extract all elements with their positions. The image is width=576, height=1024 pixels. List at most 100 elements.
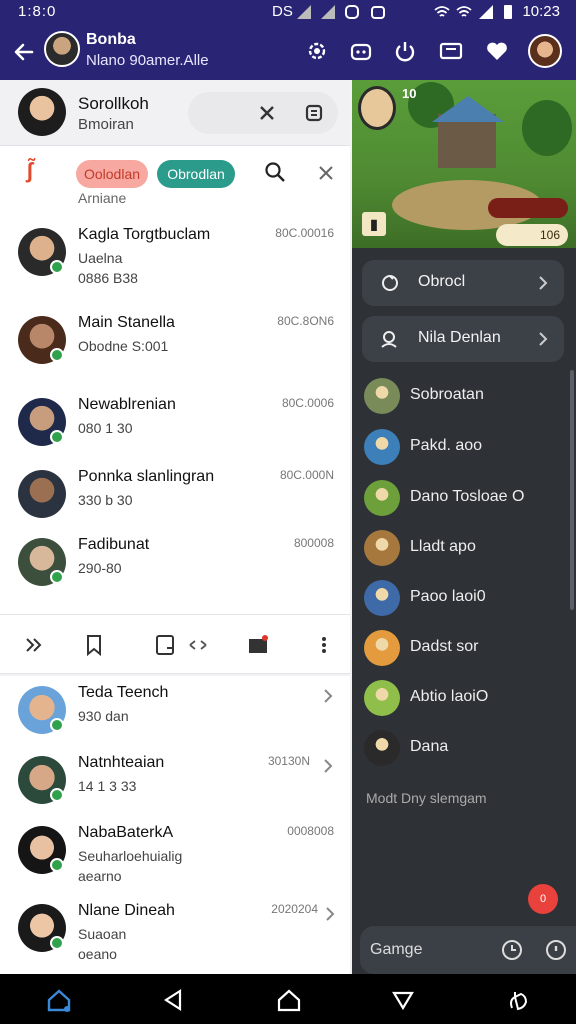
- chat-time: 80C.000N: [279, 468, 334, 482]
- more-vertical-icon[interactable]: [312, 633, 336, 657]
- scrollbar[interactable]: [570, 370, 574, 610]
- bookmark-icon[interactable]: [82, 633, 106, 657]
- game-menu-button[interactable]: ▮: [362, 212, 386, 236]
- gear-icon[interactable]: [304, 38, 330, 64]
- online-badge: [50, 260, 64, 274]
- chat-list: ʃ̃ Oolodlan Obrodlan Arniane Kagla Torgt…: [0, 146, 350, 614]
- side-list-item[interactable]: Abtio laoiO: [364, 678, 564, 718]
- chat-preview-line2: aearno: [78, 868, 122, 884]
- inbox-icon[interactable]: [246, 633, 270, 657]
- battery-icon: [504, 5, 512, 19]
- side-list-label: Abtio laoiO: [410, 688, 489, 705]
- player-avatar[interactable]: [358, 86, 396, 130]
- side-list-item[interactable]: Dano Tosloae O: [364, 478, 564, 518]
- chat-name: Nlane Dineah: [78, 902, 175, 919]
- chat-avatar[interactable]: [44, 31, 80, 67]
- chat-row[interactable]: Teda Teench 930 dan: [0, 676, 350, 754]
- close-icon[interactable]: [258, 104, 276, 122]
- chat-subtitle: Nlano 90amer.Alle: [86, 52, 209, 69]
- close-icon[interactable]: [318, 165, 334, 181]
- wifi-icon: [434, 6, 450, 17]
- game-avatar: [364, 630, 400, 666]
- back-triangle-icon[interactable]: [160, 988, 186, 1012]
- swap-icon[interactable]: [186, 633, 210, 657]
- game-banner[interactable]: 10 106 ▮: [352, 80, 576, 248]
- chat-preview: 290-80: [78, 560, 122, 576]
- side-list-label: Dano Tosloae O: [410, 488, 525, 505]
- chevron-right-icon[interactable]: [324, 906, 336, 922]
- chat-name: Teda Teench: [78, 684, 169, 701]
- side-list-item[interactable]: Sobroatan: [364, 376, 564, 416]
- chat-preview: 930 dan: [78, 708, 129, 724]
- triangle-down-icon[interactable]: [390, 988, 416, 1012]
- hand-icon[interactable]: [506, 988, 532, 1012]
- profile-avatar[interactable]: [528, 34, 562, 68]
- chat-preview: Obodne S:001: [78, 338, 169, 354]
- arrow-left-icon[interactable]: [10, 38, 38, 66]
- info-icon[interactable]: [544, 938, 568, 962]
- chat-preview-line2: oeano: [78, 946, 117, 962]
- chat-row[interactable]: Nlane Dineah Suaoan oeano 2020204: [0, 894, 350, 972]
- chevron-right-icon[interactable]: [322, 688, 334, 704]
- filter-chip-active[interactable]: Obrodlan: [157, 160, 235, 188]
- game-avatar: [364, 530, 400, 566]
- side-list-item[interactable]: Dana: [364, 728, 564, 768]
- chat-name: NabaBaterkA: [78, 824, 174, 841]
- chat-row[interactable]: Fadibunat 290-80 800008: [0, 528, 350, 606]
- filter-chip-unread[interactable]: Oolodlan: [76, 160, 148, 188]
- chat-time: 30130N: [267, 754, 310, 768]
- pinned-actions: [188, 92, 338, 134]
- search-icon[interactable]: [264, 161, 286, 183]
- chat-preview: Uaelna: [78, 250, 123, 266]
- side-list-item[interactable]: Lladt apo: [364, 528, 564, 568]
- side-list-item[interactable]: Dadst sor: [364, 628, 564, 668]
- chat-row[interactable]: Natnhteaian 14 1 3 33 30130N: [0, 746, 350, 824]
- game-avatar: [364, 429, 400, 465]
- online-badge: [50, 570, 64, 584]
- roof: [432, 96, 504, 122]
- bot-icon[interactable]: [348, 38, 374, 64]
- chat-row[interactable]: Kagla Torgtbuclam Uaelna 0886 B38 80C.00…: [0, 218, 350, 296]
- side-list-item[interactable]: Paoo laoi0: [364, 578, 564, 618]
- pinned-contact[interactable]: Sorollkoh Bmoiran: [0, 80, 350, 146]
- game-avatar: [364, 480, 400, 516]
- chat-name: Natnhteaian: [78, 754, 165, 771]
- home-outline-icon[interactable]: [276, 988, 302, 1012]
- side-list-item[interactable]: Pakd. aoo: [364, 427, 564, 467]
- chat-time: 2020204: [271, 902, 318, 916]
- chat-list-pane: Sorollkoh Bmoiran ʃ̃ Oolodlan Obrodlan A…: [0, 80, 352, 974]
- double-chevron-right-icon[interactable]: [22, 633, 46, 657]
- chat-name: Newablrenian: [78, 396, 176, 413]
- game-avatar: [364, 580, 400, 616]
- filter-caption: Arniane: [78, 190, 127, 206]
- notification-fab[interactable]: 0: [528, 884, 558, 914]
- side-panel: 10 106 ▮ Obrocl Nila Denlan Sobroatan Pa…: [352, 80, 576, 974]
- chat-name: Fadibunat: [78, 536, 150, 553]
- screen-icon[interactable]: [438, 38, 464, 64]
- game-avatar: [364, 730, 400, 766]
- chat-time: 80C.8ON6: [277, 314, 334, 328]
- app-bar: Bonba Nlano 90amer.Alle: [0, 24, 576, 80]
- chat-row[interactable]: Main Stanella Obodne S:001 80C.8ON6: [0, 306, 350, 384]
- resource-bar: [488, 198, 568, 218]
- home-icon[interactable]: [46, 988, 72, 1012]
- side-panel-item[interactable]: Nila Denlan: [362, 316, 564, 362]
- online-badge: [50, 936, 64, 950]
- side-panel-item[interactable]: Obrocl: [362, 260, 564, 306]
- chevron-right-icon[interactable]: [322, 758, 334, 774]
- side-list-label: Pakd. aoo: [410, 437, 483, 454]
- chat-row[interactable]: Newablrenian 080 1 30 80C.0006: [0, 388, 350, 466]
- note-icon[interactable]: [154, 633, 178, 657]
- search-input[interactable]: [370, 938, 498, 962]
- chat-row[interactable]: Ponnka slanlingran 330 b 30 80C.000N: [0, 460, 350, 538]
- chat-name: Main Stanella: [78, 314, 175, 331]
- chat-row[interactable]: NabaBaterkA Seuharloehuialig aearno 0008…: [0, 816, 350, 900]
- heart-icon[interactable]: [484, 38, 510, 64]
- power-icon[interactable]: [392, 38, 418, 64]
- timer-icon[interactable]: [500, 938, 524, 962]
- chat-name: Ponnka slanlingran: [78, 468, 215, 485]
- document-icon[interactable]: [304, 103, 324, 123]
- pinned-name: Sorollkoh: [78, 94, 149, 113]
- side-list-label: Lladt apo: [410, 538, 476, 555]
- chat-preview-line2: 0886 B38: [78, 270, 138, 286]
